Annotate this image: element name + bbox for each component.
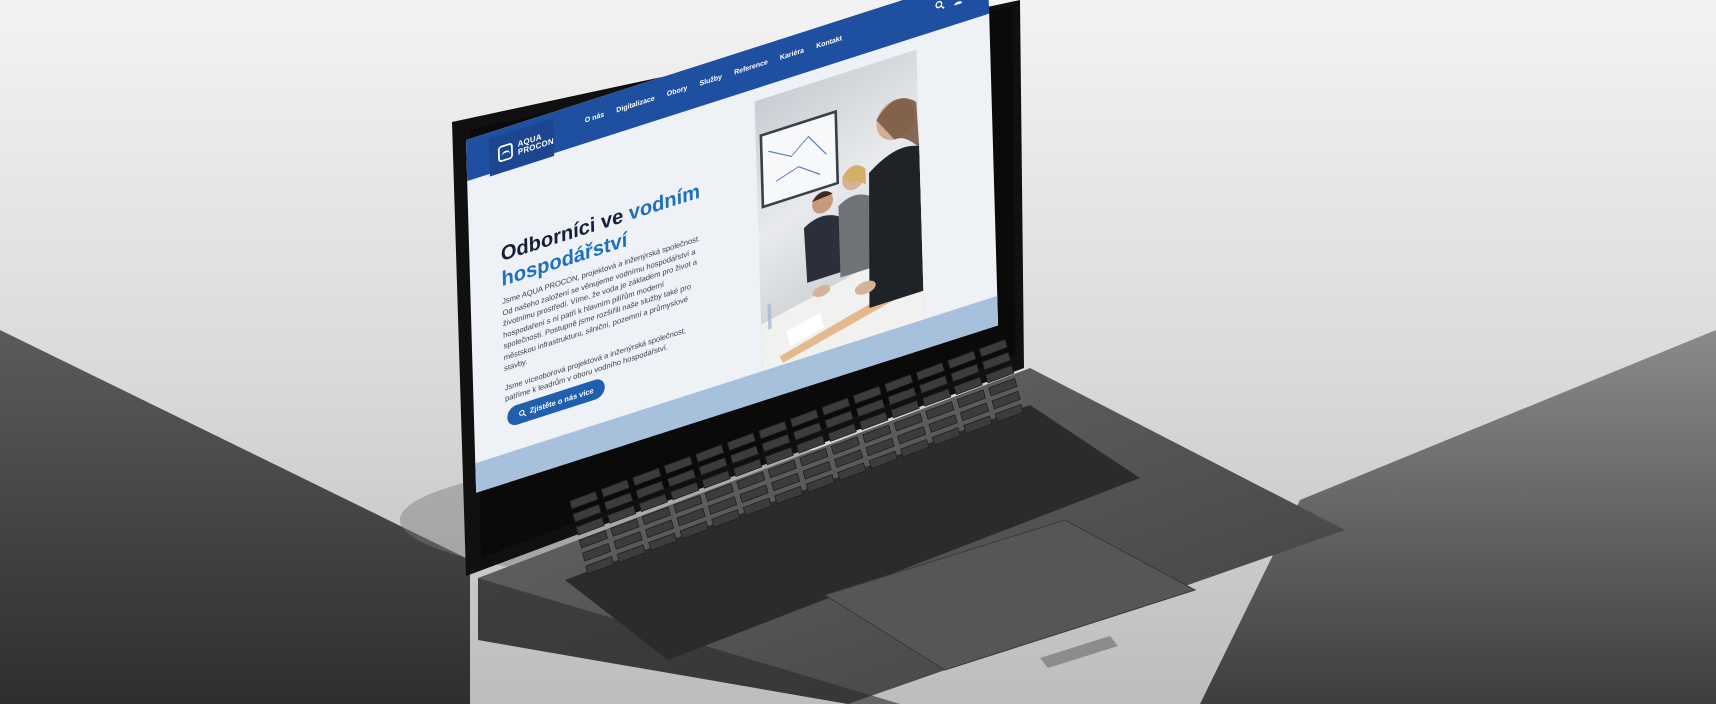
nav-item-sluzby[interactable]: Služby	[699, 72, 722, 87]
search-icon[interactable]	[934, 0, 945, 12]
header-icons	[934, 0, 981, 12]
logo-wave-icon	[497, 142, 513, 163]
hero-title-accent-1: vodním	[628, 179, 701, 226]
nav-item-kariera[interactable]: Kariéra	[780, 46, 804, 62]
logo-text: AQUA PROCON	[518, 129, 554, 157]
nav-item-reference[interactable]: Reference	[734, 58, 768, 77]
nav-item-o-nas[interactable]: O nás	[585, 110, 605, 124]
menu-icon[interactable]	[971, 0, 982, 1]
mockup-scene: AQUA PROCON O nás Digitalizace Obory Slu…	[0, 0, 1716, 704]
nav-item-obory[interactable]: Obory	[667, 83, 688, 98]
search-icon	[518, 409, 527, 416]
nav-item-kontakt[interactable]: Kontakt	[816, 34, 842, 50]
user-icon[interactable]	[953, 0, 964, 6]
nav-item-digitalizace[interactable]: Digitalizace	[616, 94, 655, 114]
